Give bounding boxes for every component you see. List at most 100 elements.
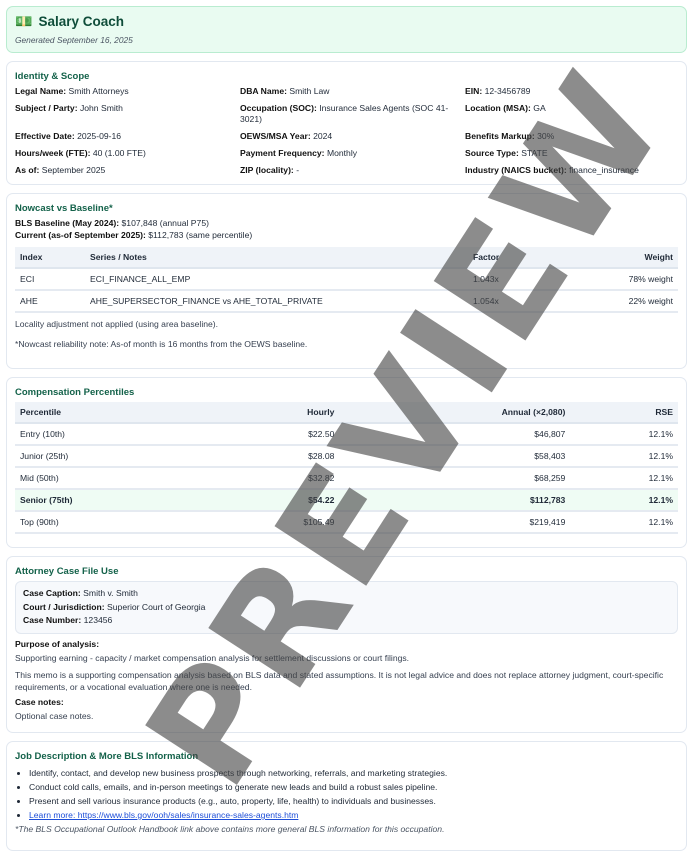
- table-cell: 12.1%: [570, 511, 678, 534]
- locality-note: Locality adjustment not applied (using a…: [15, 319, 219, 329]
- identity-field: Industry (NAICS bucket): finance_insuran…: [465, 165, 680, 176]
- field-label: As of:: [15, 165, 40, 175]
- nowcast-section: Nowcast vs Baseline* BLS Baseline (May 2…: [6, 193, 687, 369]
- identity-field: Location (MSA): GA: [465, 103, 680, 125]
- table-cell: 1.043x: [468, 268, 578, 291]
- col-percentile: Percentile: [15, 402, 211, 424]
- identity-field: Benefits Markup: 30%: [465, 131, 680, 142]
- identity-field: OEWS/MSA Year: 2024: [240, 131, 465, 142]
- field-label: Subject / Party:: [15, 103, 78, 113]
- section-title: Identity & Scope: [15, 71, 90, 82]
- percentiles-table: Percentile Hourly Annual (×2,080) RSE Entry…: [15, 402, 678, 534]
- table-cell: $68,259: [339, 467, 571, 490]
- reliability-note: *Nowcast reliability note: As-of month i…: [15, 339, 308, 349]
- field-label: EIN:: [465, 86, 483, 96]
- col-hourly: Hourly: [210, 402, 340, 424]
- money-hands-icon: 💵: [15, 13, 33, 29]
- col-weight: Weight: [578, 247, 678, 269]
- list-item: Learn more: https://www.bls.gov/ooh/sale…: [29, 808, 678, 822]
- section-title: Job Description & More BLS Information: [15, 751, 199, 762]
- caption-value: Smith v. Smith: [83, 588, 138, 598]
- table-cell: Senior (75th): [15, 488, 211, 512]
- field-label: Source Type:: [465, 148, 519, 158]
- table-cell: $219,419: [339, 511, 571, 534]
- court-value: Superior Court of Georgia: [107, 601, 206, 612]
- table-row: Top (90th) $105.49 $219,419 12.1%: [15, 511, 678, 534]
- field-value: GA: [533, 103, 546, 113]
- field-value: 30%: [537, 131, 555, 141]
- table-cell: Entry (10th): [15, 423, 211, 446]
- field-value: finance_insurance: [569, 165, 639, 175]
- table-row: Mid (50th) $32.82 $68,259 12.1%: [15, 467, 678, 490]
- table-cell: 12.1%: [570, 467, 678, 490]
- col-series: Series / Notes: [85, 247, 468, 269]
- field-label: Legal Name:: [15, 86, 67, 96]
- table-cell: 1.054x: [468, 290, 578, 313]
- field-value: September 2025: [41, 165, 106, 175]
- job-bullets: Identify, contact, and develop new busin…: [15, 766, 678, 822]
- field-value: STATE: [521, 148, 548, 158]
- table-cell: 12.1%: [570, 423, 678, 446]
- table-cell: ECI_FINANCE_ALL_EMP: [85, 268, 468, 291]
- table-row: AHE AHE_SUPERSECTOR_FINANCE vs AHE_TOTAL_…: [15, 290, 678, 313]
- baseline-value: $107,848 (annual P75): [121, 218, 209, 228]
- app-header: 💵 Salary Coach Generated September 16, 20…: [6, 6, 687, 53]
- nowcast-table: Index Series / Notes Factor Weight ECI ECI_F…: [15, 247, 678, 313]
- table-cell: Junior (25th): [15, 445, 211, 468]
- field-label: Benefits Markup:: [465, 131, 535, 141]
- table-cell: $112,783: [339, 488, 571, 512]
- field-label: Occupation (SOC):: [240, 103, 317, 113]
- table-row: Junior (25th) $28.08 $58,403 12.1%: [15, 445, 678, 468]
- app-title: Salary Coach: [38, 14, 124, 29]
- identity-field: Payment Frequency: Monthly: [240, 148, 465, 159]
- field-label: Payment Frequency:: [240, 148, 325, 158]
- table-cell: 78% weight: [578, 268, 678, 291]
- list-item: Identify, contact, and develop new busin…: [29, 766, 678, 780]
- current-value: $112,783 (same percentile): [148, 229, 253, 240]
- generated-date: Generated September 16, 2025: [15, 35, 133, 45]
- field-value: Monthly: [326, 148, 358, 158]
- field-value: Smith Law: [289, 86, 330, 96]
- identity-field: Subject / Party: John Smith: [15, 103, 240, 125]
- identity-field: Legal Name: Smith Attorneys: [15, 86, 240, 97]
- field-label: Location (MSA):: [465, 103, 531, 113]
- purpose-text: Supporting earning - capacity / market c…: [15, 652, 410, 663]
- bls-link[interactable]: Learn more: https://www.bls.gov/ooh/sale…: [29, 810, 298, 820]
- field-label: DBA Name:: [240, 86, 287, 96]
- field-value: 40 (1.00 FTE): [92, 148, 146, 158]
- identity-grid: Legal Name: Smith Attorneys DBA Name: Smi…: [15, 86, 678, 176]
- list-item: Conduct cold calls, emails, and in-perso…: [29, 780, 678, 794]
- table-cell: $105.49: [210, 511, 340, 534]
- table-row: Entry (10th) $22.50 $46,807 12.1%: [15, 423, 678, 446]
- notes-text: Optional case notes.: [15, 710, 94, 721]
- table-cell: 12.1%: [570, 488, 678, 512]
- case-number-value: 123456: [83, 615, 113, 625]
- table-row: Senior (75th) $54.22 $112,783 12.1%: [15, 488, 678, 512]
- list-item: Present and sell various insurance produ…: [29, 794, 678, 808]
- table-cell: $22.50: [210, 423, 340, 446]
- section-title: Compensation Percentiles: [15, 387, 135, 398]
- field-label: OEWS/MSA Year:: [240, 131, 311, 141]
- col-rse: RSE: [570, 402, 678, 424]
- table-cell: $54.22: [210, 488, 340, 512]
- table-cell: 12.1%: [570, 445, 678, 468]
- table-row: ECI ECI_FINANCE_ALL_EMP 1.043x 78% weight: [15, 268, 678, 291]
- job-section: Job Description & More BLS Information I…: [6, 741, 687, 851]
- court-label: Court / Jurisdiction:: [23, 601, 105, 612]
- col-index: Index: [15, 247, 85, 269]
- field-value: Smith Attorneys: [68, 86, 129, 96]
- table-cell: AHE: [15, 290, 85, 313]
- notes-label: Case notes:: [15, 696, 64, 707]
- field-value: 2024: [313, 131, 333, 141]
- table-cell: Top (90th): [15, 511, 211, 534]
- disclaimer-text: This memo is a supporting compensation a…: [15, 669, 664, 692]
- identity-section: Identity & Scope Legal Name: Smith Attor…: [6, 61, 687, 185]
- field-value: 12-3456789: [484, 86, 531, 96]
- table-cell: $28.08: [210, 445, 340, 468]
- baseline-label: BLS Baseline (May 2024):: [15, 218, 120, 228]
- case-number-label: Case Number:: [23, 615, 82, 625]
- footnote: *The BLS Occupational Outlook Handbook l…: [15, 824, 445, 834]
- identity-field: EIN: 12-3456789: [465, 86, 680, 97]
- section-title: Attorney Case File Use: [15, 566, 119, 577]
- purpose-label: Purpose of analysis:: [15, 638, 100, 649]
